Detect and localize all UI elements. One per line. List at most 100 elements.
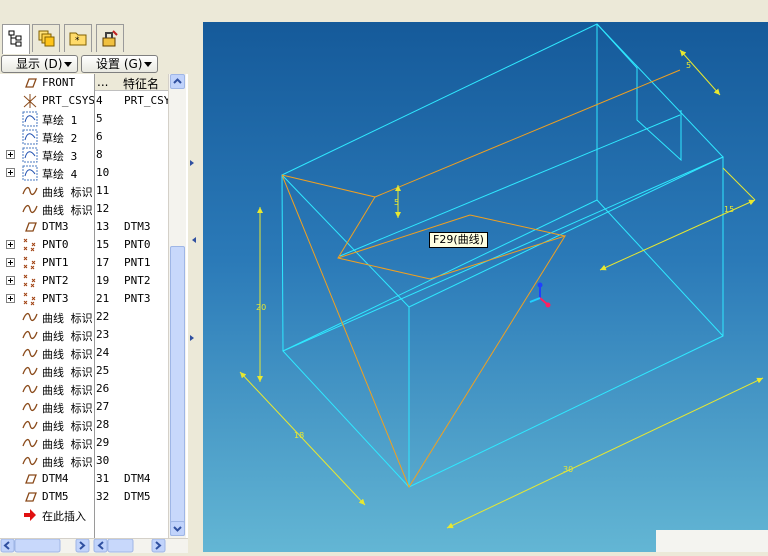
settings-dropdown[interactable]: 设置 (G) bbox=[81, 55, 158, 73]
scroll-left-button-2[interactable] bbox=[93, 538, 108, 553]
tree-row-feature: PNT2 bbox=[124, 274, 151, 287]
tab-tools[interactable] bbox=[96, 24, 124, 52]
tree-row[interactable]: 曲线 标识 24 bbox=[0, 344, 168, 362]
tree-row-name: DTM3 bbox=[42, 220, 69, 233]
dim-label: 30 bbox=[563, 465, 573, 474]
tree-row-name: 曲线 标识 bbox=[42, 438, 93, 451]
tree-row[interactable]: 曲线 标识 29 bbox=[0, 434, 168, 452]
tool-icon bbox=[102, 30, 118, 47]
collapse-arrow-icon[interactable] bbox=[190, 335, 194, 341]
tree-row-id: 25 bbox=[96, 364, 110, 377]
tree-row-id: 19 bbox=[96, 274, 110, 287]
dim-label: 5 bbox=[686, 61, 691, 70]
panel-splitter[interactable] bbox=[188, 22, 203, 552]
sketch-icon bbox=[22, 129, 38, 145]
collapse-arrow-icon[interactable] bbox=[190, 160, 194, 166]
expand-toggle[interactable] bbox=[6, 294, 15, 303]
tree-row-id: 28 bbox=[96, 418, 110, 431]
tree-row[interactable]: 曲线 标识 11 bbox=[0, 182, 168, 200]
tree-row-name: 曲线 标识 bbox=[42, 420, 93, 433]
tree-row-feature: PNT1 bbox=[124, 256, 151, 269]
tree-row-id: 29 bbox=[96, 436, 110, 449]
tree-row[interactable]: 曲线 标识 23 bbox=[0, 326, 168, 344]
tree-row[interactable]: PNT3 21 PNT3 bbox=[0, 290, 168, 308]
datum-point-icon bbox=[22, 291, 38, 307]
tree-row-id: 23 bbox=[96, 328, 110, 341]
settings-dropdown-label: 设置 (G) bbox=[96, 57, 143, 71]
scroll-down-button[interactable] bbox=[170, 521, 185, 536]
tree-row-id: 27 bbox=[96, 400, 110, 413]
tree-row[interactable]: 曲线 标识 27 bbox=[0, 398, 168, 416]
tree-row[interactable]: 曲线 标识 25 bbox=[0, 362, 168, 380]
graphics-viewport[interactable]: 5 5 15 20 18 30 F29(曲线) bbox=[203, 22, 768, 552]
tree-row-id: 10 bbox=[96, 166, 110, 179]
expand-arrow-icon[interactable] bbox=[192, 237, 196, 243]
datum-plane-icon bbox=[22, 75, 38, 91]
scroll-right-button[interactable] bbox=[75, 538, 90, 553]
favorites-icon: * bbox=[69, 32, 87, 46]
tree-row[interactable]: 曲线 标识 28 bbox=[0, 416, 168, 434]
tree-row[interactable]: 草绘 4 10 bbox=[0, 164, 168, 182]
tree-row[interactable]: DTM3 13 DTM3 bbox=[0, 218, 168, 236]
scroll-right-button-2[interactable] bbox=[151, 538, 166, 553]
dim-label: 5 bbox=[394, 198, 399, 207]
tree-vertical-scrollbar[interactable] bbox=[168, 74, 186, 538]
tree-row-name: PRT_CSYS_ bbox=[42, 94, 94, 107]
tree-horizontal-scrollbar[interactable] bbox=[0, 538, 188, 553]
curve-icon bbox=[22, 453, 38, 469]
tree-row-name: PNT2 bbox=[42, 274, 69, 287]
expand-toggle[interactable] bbox=[6, 168, 15, 177]
tree-row-id: 17 bbox=[96, 256, 110, 269]
tree-row-id: 21 bbox=[96, 292, 110, 305]
scroll-thumb[interactable] bbox=[170, 246, 185, 536]
datum-plane-icon bbox=[22, 219, 38, 235]
curve-icon bbox=[22, 363, 38, 379]
tree-row-id: 24 bbox=[96, 346, 110, 359]
tree-row-name: 曲线 标识 bbox=[42, 186, 93, 199]
tree-row-name: 曲线 标识 bbox=[42, 366, 93, 379]
scroll-up-button[interactable] bbox=[170, 74, 185, 89]
scroll-left-button[interactable] bbox=[0, 538, 15, 553]
column-separator[interactable] bbox=[94, 74, 95, 538]
tree-row[interactable]: 曲线 标识 26 bbox=[0, 380, 168, 398]
tree-row[interactable]: DTM5 32 DTM5 bbox=[0, 488, 168, 506]
scroll-thumb-horizontal[interactable] bbox=[14, 538, 61, 553]
tree-row[interactable]: 在此插入 bbox=[0, 506, 168, 524]
column-feature-name-header[interactable]: 特征名 bbox=[123, 75, 159, 92]
tree-row-name: 曲线 标识 bbox=[42, 384, 93, 397]
csys-icon bbox=[22, 93, 38, 109]
tree-row-id: 5 bbox=[96, 112, 103, 125]
sketch-icon bbox=[22, 111, 38, 127]
tab-favorites[interactable]: * bbox=[64, 24, 92, 52]
show-dropdown[interactable]: 显示 (D) bbox=[1, 55, 78, 73]
chevron-down-icon bbox=[64, 62, 72, 67]
model-tree-icon bbox=[8, 30, 22, 47]
expand-toggle[interactable] bbox=[6, 150, 15, 159]
tree-row[interactable]: PNT2 19 PNT2 bbox=[0, 272, 168, 290]
tree-row[interactable]: DTM4 31 DTM4 bbox=[0, 470, 168, 488]
expand-toggle[interactable] bbox=[6, 258, 15, 267]
column-id-header[interactable]: ... bbox=[97, 75, 108, 89]
tree-row-id: 32 bbox=[96, 490, 110, 503]
scroll-thumb-horizontal-2[interactable] bbox=[107, 538, 134, 553]
tree-row[interactable]: PRT_CSYS_4 PRT_CSY bbox=[0, 92, 168, 110]
tree-row-id: 15 bbox=[96, 238, 110, 251]
tree-row-name: PNT0 bbox=[42, 238, 69, 251]
tree-row[interactable]: 曲线 标识 30 bbox=[0, 452, 168, 470]
tree-row[interactable]: 草绘 3 8 bbox=[0, 146, 168, 164]
tree-row[interactable]: 草绘 2 6 bbox=[0, 128, 168, 146]
tree-row[interactable]: PNT0 15 PNT0 bbox=[0, 236, 168, 254]
expand-toggle[interactable] bbox=[6, 240, 15, 249]
tree-row-name: 曲线 标识 bbox=[42, 402, 93, 415]
tree-row[interactable]: 曲线 标识 12 bbox=[0, 200, 168, 218]
tree-row-name: 在此插入 bbox=[42, 510, 86, 523]
tree-row[interactable]: 曲线 标识 22 bbox=[0, 308, 168, 326]
tree-row-feature: PNT3 bbox=[124, 292, 151, 305]
tree-row-name: 草绘 4 bbox=[42, 168, 78, 181]
tree-row[interactable]: 草绘 1 5 bbox=[0, 110, 168, 128]
tree-row-id: 26 bbox=[96, 382, 110, 395]
expand-toggle[interactable] bbox=[6, 276, 15, 285]
tree-row[interactable]: PNT1 17 PNT1 bbox=[0, 254, 168, 272]
tab-layers[interactable] bbox=[32, 24, 60, 52]
tab-model-tree[interactable] bbox=[2, 24, 30, 55]
